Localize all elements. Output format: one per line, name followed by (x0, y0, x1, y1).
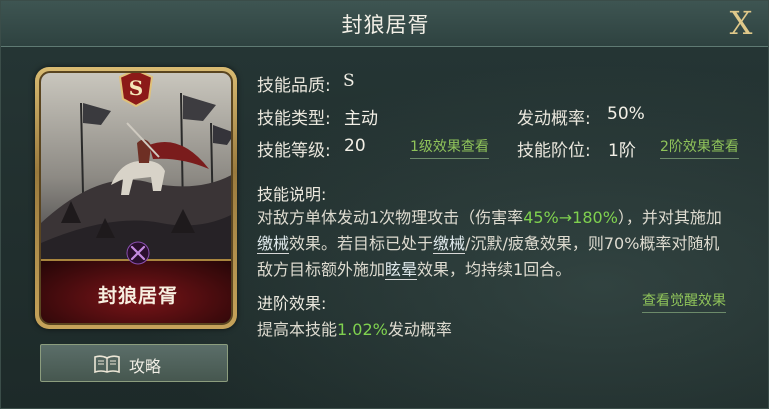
skill-description-text: 对敌方单体发动1次物理攻击（伤害率45%→180%），并对其施加缴械效果。若目标… (257, 205, 735, 283)
desc-part5: 效果，均持续1回合。 (417, 260, 572, 279)
desc-part2: ），并对其施加 (617, 208, 722, 227)
trigger-rate-label: 发动概率: (517, 109, 591, 129)
advance-prefix: 提高本技能 (257, 320, 338, 339)
awaken-effect-link[interactable]: 查看觉醒效果 (642, 290, 726, 313)
keyword-disarm-link-2[interactable]: 缴械 (433, 234, 466, 254)
skill-card-frame: S 封狼居胥 (39, 71, 233, 325)
desc-part1: 对敌方单体发动1次物理攻击（伤害率 (257, 208, 524, 227)
stage2-effect-link[interactable]: 2阶效果查看 (660, 136, 739, 159)
close-button[interactable]: X (719, 3, 763, 43)
grade-badge: S (118, 73, 154, 107)
grade-text: S (129, 76, 143, 100)
skill-type-value: 主动 (344, 109, 378, 129)
advance-effect-text: 提高本技能1.02%发动概率 (257, 316, 452, 340)
skill-stage-label: 技能阶位: (517, 141, 591, 161)
advance-effect-title: 进阶效果: (257, 294, 327, 313)
book-icon (94, 355, 120, 374)
advance-suffix: 发动概率 (387, 320, 452, 339)
skill-stage-value: 1阶 (608, 141, 636, 161)
panel-title: 封狼居胥 (341, 13, 430, 37)
keyword-disarm-link[interactable]: 缴械 (257, 234, 290, 254)
skill-level-label: 技能等级: (257, 141, 331, 161)
skill-card: S 封狼居胥 (35, 67, 237, 329)
title-bar: 封狼居胥 X (1, 1, 768, 47)
skill-detail-panel: 封狼居胥 X S 封狼居胥 攻略 技能品质: S 技能类型: 主动 发动概率: … (0, 0, 769, 409)
skill-description-title: 技能说明: (257, 185, 327, 204)
desc-part3: 效果。若目标已处于 (289, 234, 434, 253)
skill-type-label: 技能类型: (257, 109, 331, 129)
advance-value: 1.02% (337, 320, 388, 339)
skill-level-value: 20 (344, 136, 366, 156)
guide-button[interactable]: 攻略 (40, 344, 228, 382)
level1-effect-link[interactable]: 1级效果查看 (410, 136, 489, 159)
skill-quality-label: 技能品质: (257, 76, 331, 96)
trigger-rate-value: 50% (607, 104, 645, 124)
keyword-stun-link[interactable]: 眩晕 (385, 260, 418, 280)
guide-button-label: 攻略 (129, 357, 162, 376)
skill-quality-value: S (343, 71, 355, 91)
damage-rate-value: 45%→180% (523, 208, 618, 227)
crossed-swords-icon (126, 241, 150, 265)
card-skill-name: 封狼居胥 (97, 285, 178, 307)
